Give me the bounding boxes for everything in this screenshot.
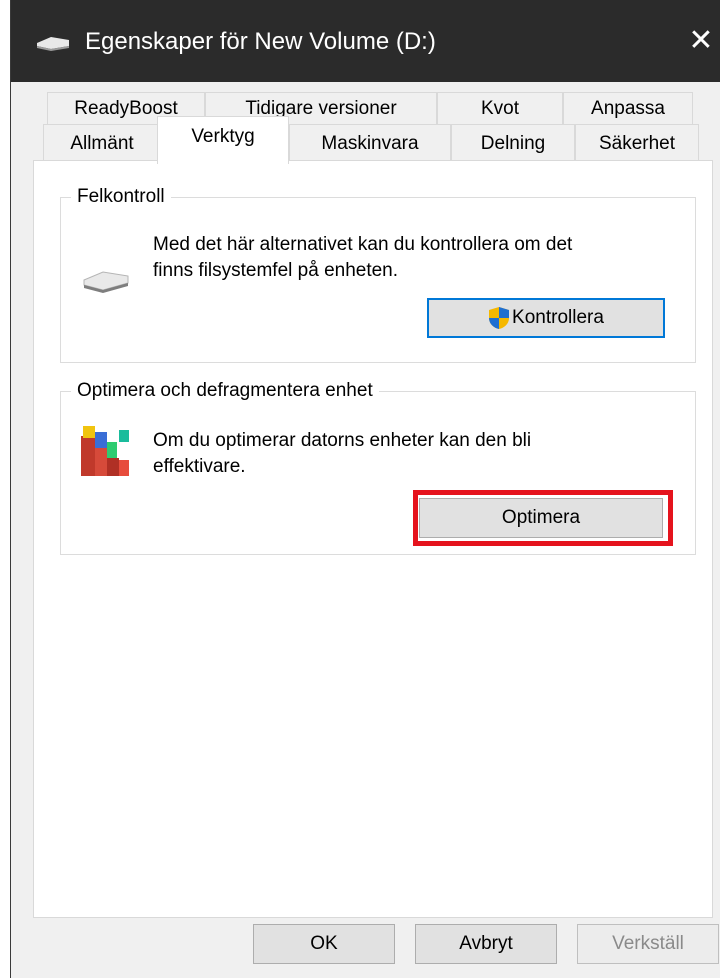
error-check-desc-line1: Med det här alternativet kan du kontroll… xyxy=(153,234,573,255)
optimize-desc-line1: Om du optimerar datorns enheter kan den … xyxy=(153,430,532,451)
drive-icon xyxy=(37,37,69,51)
apply-button-label: Verkställ xyxy=(612,933,684,954)
error-check-desc-line2: finns filsystemfel på enheten. xyxy=(153,260,399,281)
drive-icon xyxy=(83,271,129,293)
check-button-label: Kontrollera xyxy=(512,307,604,328)
tab-quota[interactable]: Kvot xyxy=(437,92,563,126)
tab-tools[interactable]: Verktyg xyxy=(157,116,289,164)
optimize-desc-line2: effektivare. xyxy=(153,456,246,477)
properties-window: Egenskaper för New Volume (D:) ✕ ReadyBo… xyxy=(10,0,720,978)
uac-shield-icon xyxy=(489,307,510,329)
optimize-description: Om du optimerar datorns enheter kan den … xyxy=(153,428,683,480)
tab-sharing[interactable]: Delning xyxy=(451,124,575,162)
title-bar[interactable]: Egenskaper för New Volume (D:) ✕ xyxy=(11,0,720,82)
error-check-group: Felkontroll Med det här alternativet kan… xyxy=(60,184,696,363)
tab-general[interactable]: Allmänt xyxy=(43,124,161,162)
error-check-description: Med det här alternativet kan du kontroll… xyxy=(153,232,683,284)
tab-hardware[interactable]: Maskinvara xyxy=(289,124,451,162)
tab-customize[interactable]: Anpassa xyxy=(563,92,693,126)
apply-button[interactable]: Verkställ xyxy=(577,924,719,964)
cancel-button-label: Avbryt xyxy=(459,933,513,954)
tools-panel: Felkontroll Med det här alternativet kan… xyxy=(33,160,713,918)
check-button[interactable]: Kontrollera xyxy=(427,298,665,338)
error-check-title: Felkontroll xyxy=(71,184,171,210)
cancel-button[interactable]: Avbryt xyxy=(415,924,557,964)
close-button[interactable]: ✕ xyxy=(681,18,720,64)
optimize-group: Optimera och defragmentera enhet Om du o… xyxy=(60,378,696,555)
window-title: Egenskaper för New Volume (D:) xyxy=(85,28,436,55)
optimize-title: Optimera och defragmentera enhet xyxy=(71,378,379,404)
optimize-highlight-box xyxy=(413,490,673,546)
ok-button[interactable]: OK xyxy=(253,924,395,964)
tab-security[interactable]: Säkerhet xyxy=(575,124,699,162)
defrag-icon xyxy=(81,426,129,476)
ok-button-label: OK xyxy=(310,933,338,954)
